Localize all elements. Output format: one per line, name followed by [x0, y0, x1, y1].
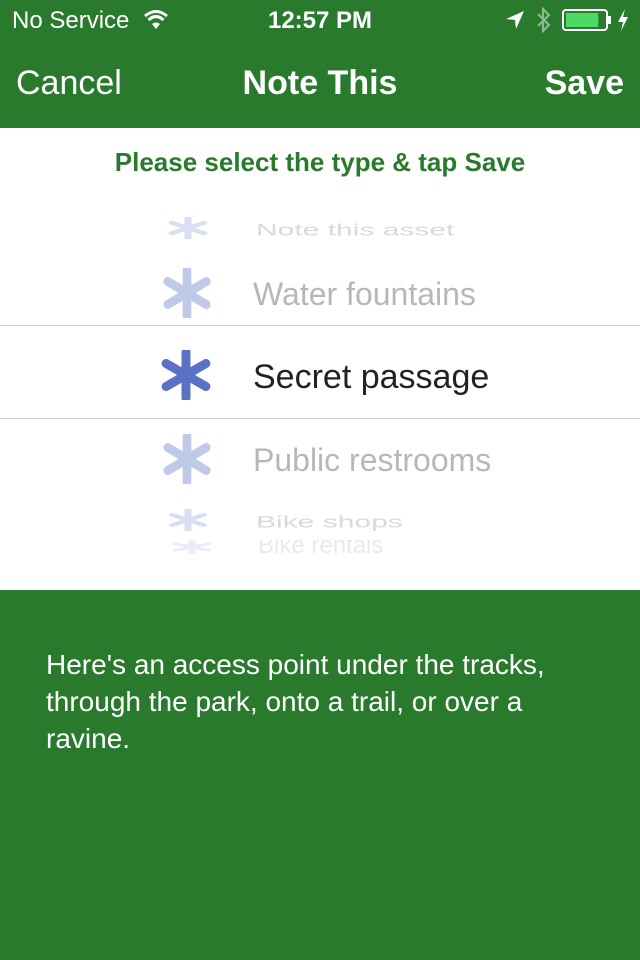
- asterisk-icon: [161, 350, 211, 400]
- picker-option-label: Bike rentals: [258, 540, 384, 554]
- picker-option[interactable]: Water fountains: [0, 268, 640, 318]
- asterisk-icon: [168, 217, 208, 239]
- asterisk-icon: [163, 434, 211, 484]
- battery-icon: [562, 9, 611, 31]
- type-picker-wheel[interactable]: Note this asset Water fountains Secret p…: [0, 128, 640, 590]
- description-text: Here's an access point under the tracks,…: [46, 649, 545, 754]
- picker-option-selected[interactable]: Secret passage: [0, 350, 640, 400]
- asterisk-icon: [172, 540, 212, 554]
- picker-option-label: Secret passage: [253, 358, 490, 396]
- bluetooth-icon: [537, 6, 551, 34]
- selection-divider-top: [0, 325, 640, 326]
- picker-option-label: Note this asset: [256, 221, 455, 240]
- picker-option[interactable]: Note this asset: [0, 217, 640, 240]
- status-bar: No Service 12:57 PM: [0, 0, 640, 40]
- type-picker-panel: Please select the type & tap Save Note t…: [0, 128, 640, 590]
- picker-option[interactable]: Public restrooms: [0, 434, 640, 484]
- asterisk-icon: [163, 268, 211, 318]
- location-arrow-icon: [506, 11, 524, 29]
- asterisk-icon: [168, 509, 208, 531]
- navigation-bar: Cancel Note This Save: [0, 40, 640, 128]
- picker-option-label: Public restrooms: [253, 442, 492, 478]
- cancel-button[interactable]: Cancel: [16, 64, 122, 103]
- save-button[interactable]: Save: [545, 64, 624, 103]
- picker-option-label: Water fountains: [253, 276, 476, 312]
- picker-option[interactable]: Bike shops: [0, 509, 640, 532]
- picker-option[interactable]: Bike rentals: [0, 540, 640, 554]
- selection-divider-bottom: [0, 418, 640, 419]
- picker-option-label: Bike shops: [256, 513, 403, 532]
- charging-bolt-icon: [618, 9, 628, 31]
